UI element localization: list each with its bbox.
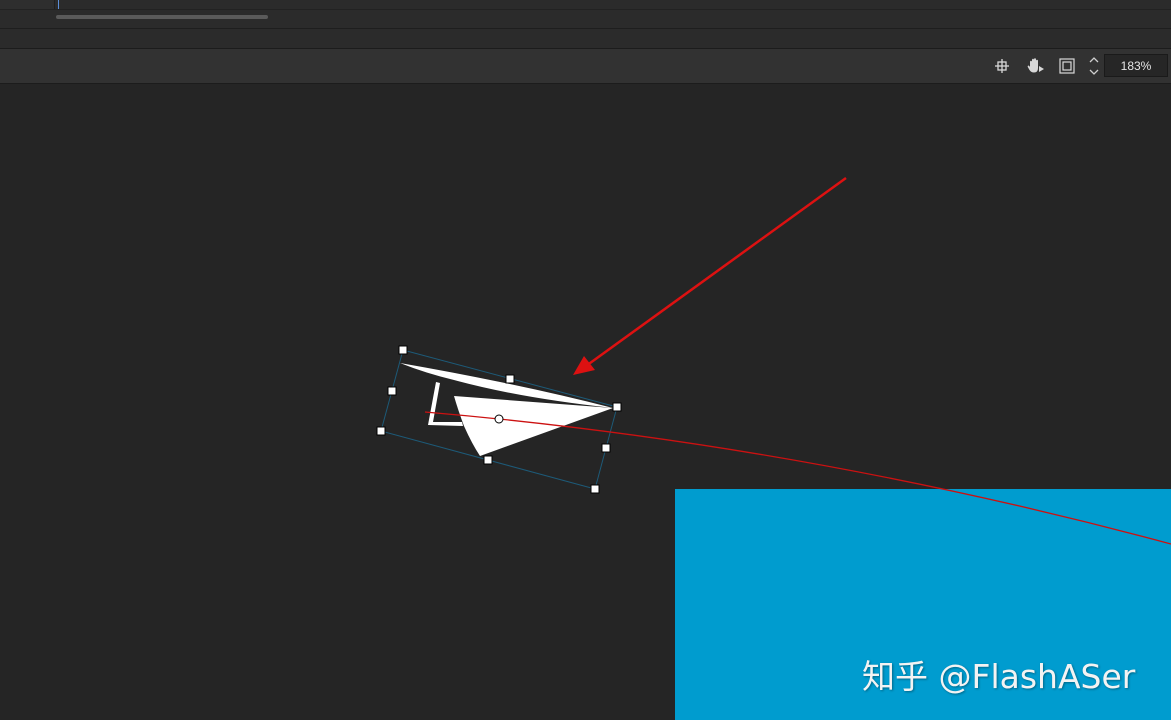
- timeline-horizontal-scrollbar[interactable]: [56, 15, 268, 19]
- transform-handle-right-mid[interactable]: [601, 443, 611, 453]
- zoom-level-field[interactable]: 183%: [1104, 54, 1168, 77]
- center-stage-icon[interactable]: [993, 57, 1011, 75]
- hand-tool-icon[interactable]: [1025, 57, 1045, 75]
- transform-handle-top-left[interactable]: [398, 345, 408, 355]
- stage-toolbar: [0, 49, 1171, 84]
- transform-handle-top-mid[interactable]: [505, 374, 515, 384]
- panel-separator-strip: [0, 29, 1171, 49]
- zoom-stepper-icon[interactable]: [1086, 54, 1102, 78]
- transform-handle-top-right[interactable]: [612, 402, 622, 412]
- transform-handle-bottom-mid[interactable]: [483, 455, 493, 465]
- watermark-text: 知乎 @FlashASer: [862, 657, 1136, 696]
- timeline-panel-bottom: [0, 0, 1171, 29]
- transform-handle-left-mid[interactable]: [387, 386, 397, 396]
- transform-handle-bottom-right[interactable]: [590, 484, 600, 494]
- clip-canvas-icon[interactable]: [1058, 57, 1076, 75]
- playhead-marker[interactable]: [58, 0, 59, 9]
- transform-handle-bottom-left[interactable]: [376, 426, 386, 436]
- timeline-divider: [0, 9, 1171, 10]
